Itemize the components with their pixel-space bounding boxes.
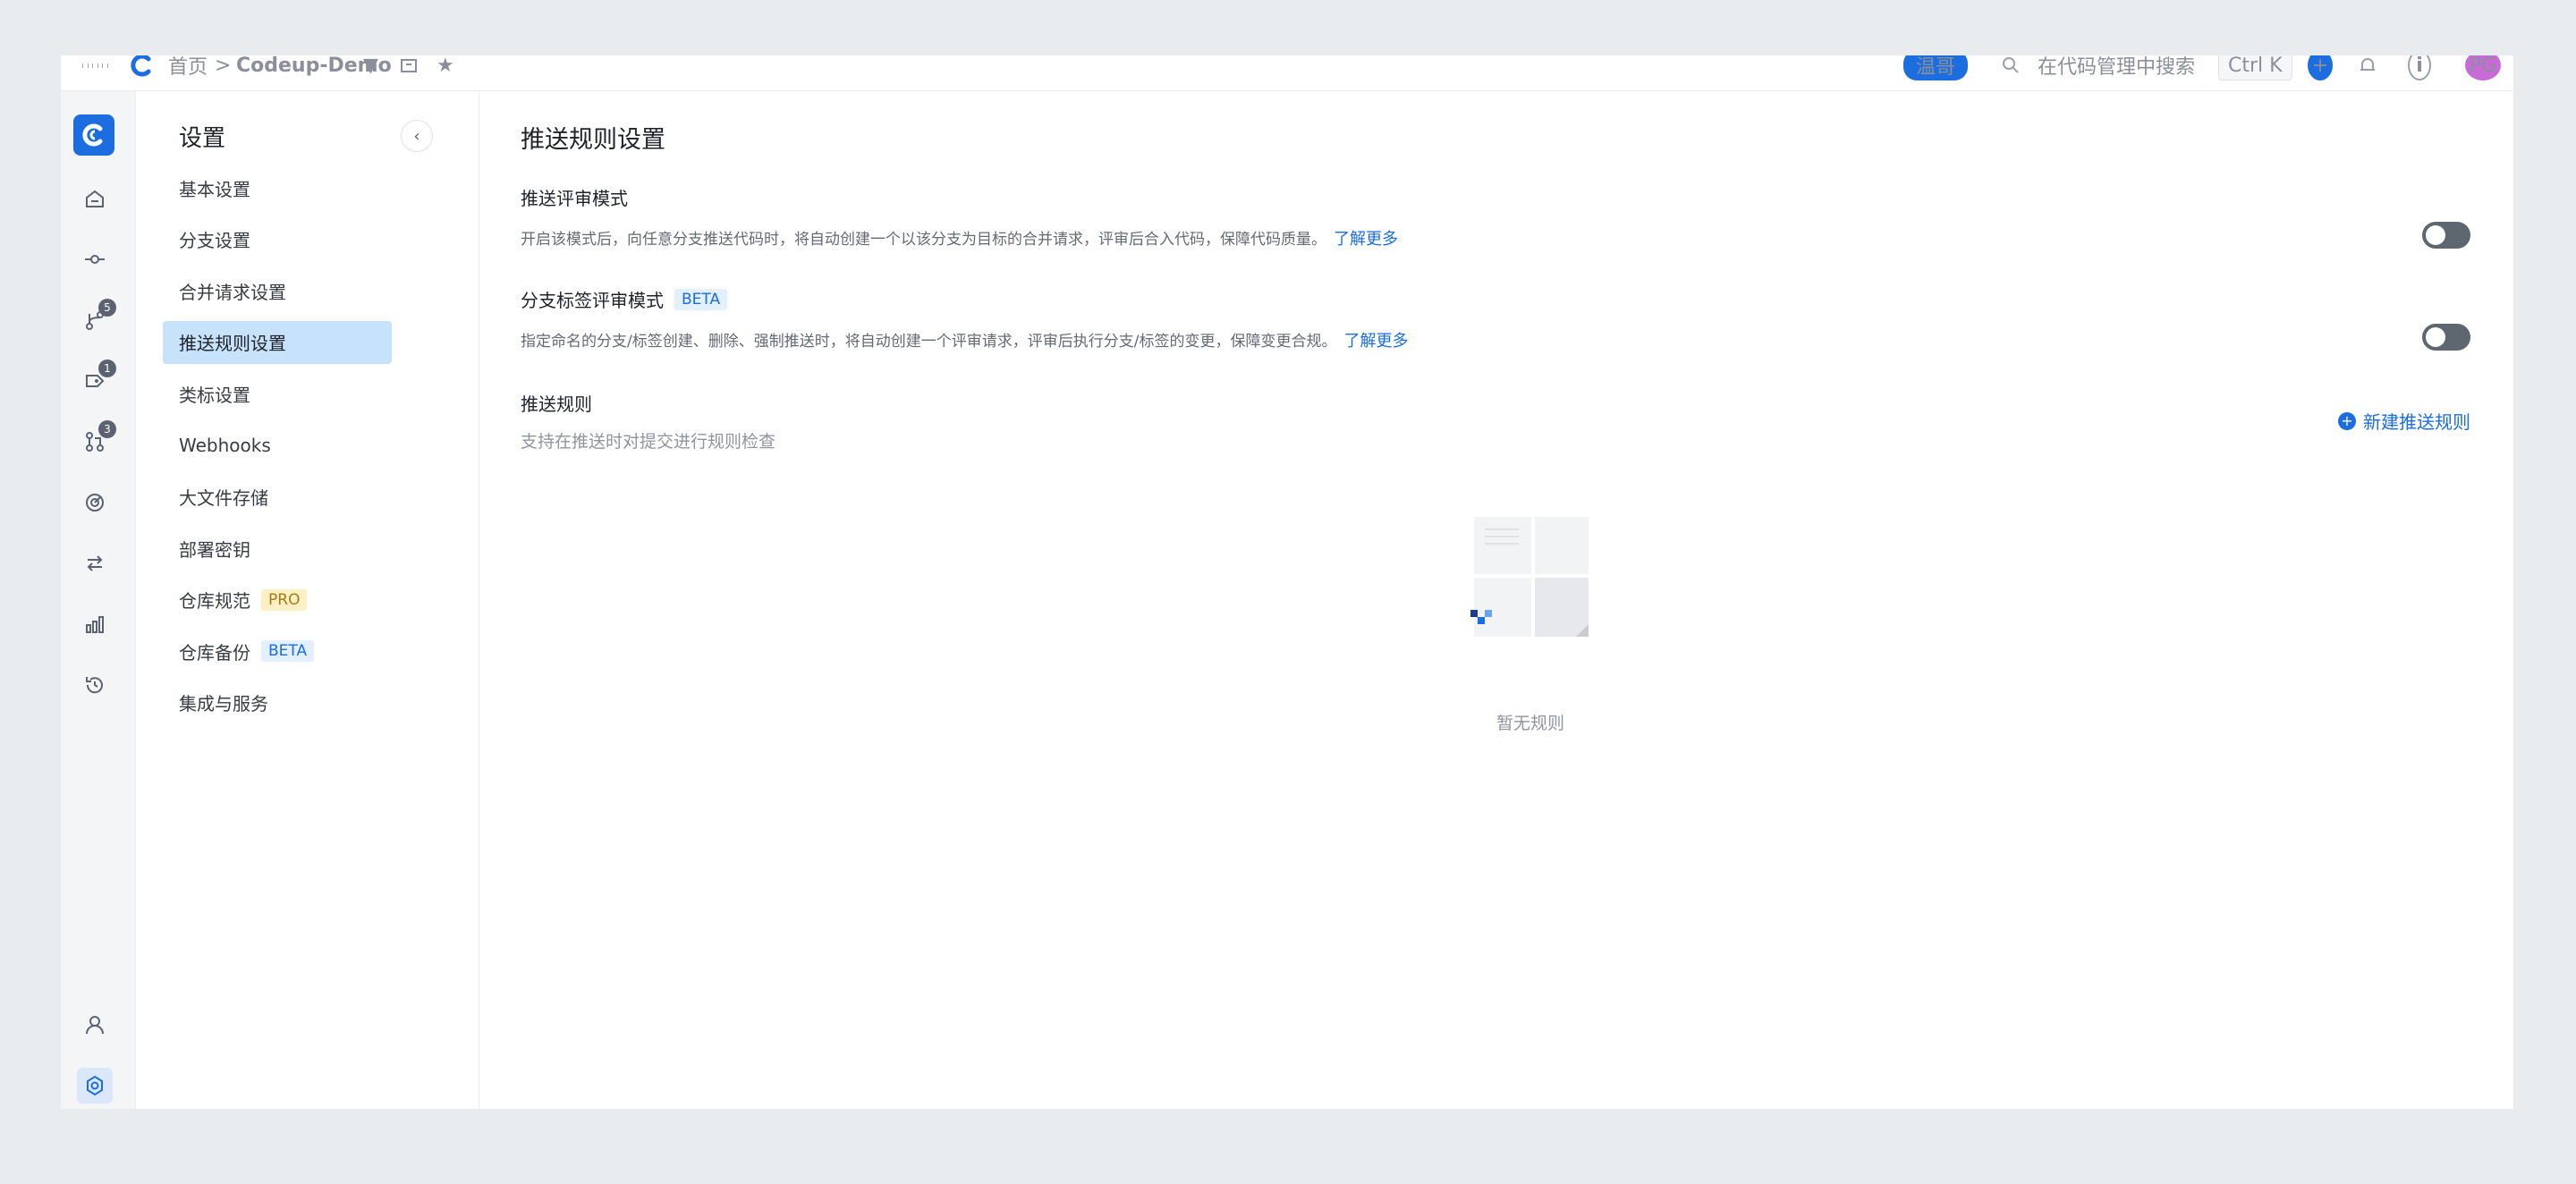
env-badge[interactable]: 温哥 bbox=[1903, 55, 1969, 80]
section-desc: 指定命名的分支/标签创建、删除、强制推送时，将自动创建一个评审请求，评审后执行分… bbox=[521, 328, 2470, 351]
section-desc: 开启该模式后，向任意分支推送代码时，将自动创建一个以该分支为目标的合并请求，评审… bbox=[521, 226, 2470, 249]
sidebar-item-deploy-keys[interactable]: 部署密钥 bbox=[163, 527, 392, 570]
pro-badge: PRO bbox=[261, 588, 308, 611]
settings-nav: 基本设置 分支设置 合并请求设置 推送规则设置 类标设置 Webhooks 大文… bbox=[163, 166, 392, 733]
sidebar-item-label: 合并请求设置 bbox=[179, 281, 286, 303]
codeup-logo-icon[interactable] bbox=[131, 55, 154, 80]
search-input[interactable]: 在代码管理中搜索 bbox=[2038, 55, 2195, 80]
beta-badge: BETA bbox=[261, 640, 315, 663]
search-shortcut: Ctrl K bbox=[2218, 55, 2292, 80]
sidebar-item-label: Webhooks bbox=[179, 434, 271, 456]
push-review-section: 推送评审模式 开启该模式后，向任意分支推送代码时，将自动创建一个以该分支为目标的… bbox=[521, 184, 2470, 249]
sidebar-item-label: 仓库规范 bbox=[179, 590, 250, 613]
avatar[interactable]: PG bbox=[2465, 55, 2501, 80]
sidebar-item-label: 推送规则设置 bbox=[179, 333, 286, 355]
commit-icon[interactable] bbox=[77, 241, 113, 277]
search-icon[interactable] bbox=[2002, 55, 2020, 80]
sidebar-title: 设置 bbox=[179, 125, 226, 152]
sidebar-item-label: 集成与服务 bbox=[179, 693, 268, 715]
sidebar-item-label: 仓库备份 bbox=[179, 641, 250, 664]
branch-count-badge: 5 bbox=[98, 299, 116, 317]
sidebar-item-label: 大文件存储 bbox=[179, 487, 268, 510]
codeup-logo-icon[interactable] bbox=[73, 114, 114, 156]
push-review-toggle[interactable] bbox=[2422, 222, 2470, 249]
sidebar-item-repo-spec[interactable]: 仓库规范 PRO bbox=[163, 579, 392, 622]
section-title-text: 分支标签评审模式 bbox=[521, 290, 664, 311]
sidebar-item-basic[interactable]: 基本设置 bbox=[163, 166, 392, 209]
empty-state-illustration bbox=[1470, 517, 1589, 637]
section-desc: 支持在推送时对提交进行规则检查 bbox=[521, 432, 776, 452]
section-desc-text: 指定命名的分支/标签创建、删除、强制推送时，将自动创建一个评审请求，评审后执行分… bbox=[521, 333, 1337, 351]
tag-review-toggle[interactable] bbox=[2422, 324, 2470, 351]
learn-more-link[interactable]: 了解更多 bbox=[1343, 332, 1408, 351]
merge-request-icon[interactable]: 3 bbox=[77, 420, 116, 460]
member-icon[interactable] bbox=[77, 1007, 113, 1043]
app-grid-icon[interactable] bbox=[82, 55, 107, 80]
new-push-rule-button[interactable]: + 新建推送规则 bbox=[2338, 408, 2470, 434]
sidebar-item-webhooks[interactable]: Webhooks bbox=[163, 424, 392, 467]
sidebar-item-integrations[interactable]: 集成与服务 bbox=[163, 681, 392, 724]
sidebar-item-lfs[interactable]: 大文件存储 bbox=[163, 476, 392, 519]
sidebar-item-label: 类标设置 bbox=[179, 384, 250, 406]
plus-icon[interactable]: + bbox=[2308, 55, 2333, 80]
history-icon[interactable] bbox=[77, 667, 113, 703]
breadcrumb-home[interactable]: 首页 bbox=[168, 55, 208, 80]
sidebar-item-label: 基本设置 bbox=[179, 178, 250, 200]
section-title: 推送规则 bbox=[521, 393, 592, 415]
sidebar-item-label: 分支设置 bbox=[179, 230, 250, 252]
settings-icon[interactable] bbox=[77, 1068, 113, 1104]
page-title: 推送规则设置 bbox=[521, 126, 665, 154]
main-content: 推送规则设置 推送评审模式 开启该模式后，向任意分支推送代码时，将自动创建一个以… bbox=[479, 91, 2513, 1109]
stats-icon[interactable] bbox=[77, 606, 113, 642]
sidebar-item-label: 部署密钥 bbox=[179, 538, 250, 561]
sidebar-item-merge-request[interactable]: 合并请求设置 bbox=[163, 269, 392, 312]
app-window: 首页 > Codeup-Demo ▼ ★ 温哥 在代码管理中搜索 Ctrl K … bbox=[61, 55, 2513, 1109]
chevron-down-icon[interactable]: ▼ bbox=[363, 55, 378, 80]
bell-icon[interactable] bbox=[2358, 55, 2377, 80]
sidebar-item-repo-backup[interactable]: 仓库备份 BETA bbox=[163, 630, 392, 672]
compare-icon[interactable] bbox=[77, 545, 113, 581]
nav-rail: 5 1 3 bbox=[61, 91, 136, 1109]
sidebar-item-push-rules[interactable]: 推送规则设置 bbox=[163, 320, 392, 364]
tag-count-badge: 1 bbox=[98, 359, 116, 377]
top-bar: 首页 > Codeup-Demo ▼ ★ 温哥 在代码管理中搜索 Ctrl K … bbox=[61, 55, 2513, 91]
push-rules-section: 推送规则 支持在推送时对提交进行规则检查 + 新建推送规则 bbox=[521, 390, 2470, 452]
mr-count-badge: 3 bbox=[98, 420, 116, 438]
section-title: 分支标签评审模式 BETA bbox=[521, 286, 2470, 312]
plus-circle-icon: + bbox=[2338, 411, 2356, 430]
archive-icon[interactable] bbox=[399, 55, 419, 80]
sidebar-item-branch[interactable]: 分支设置 bbox=[163, 218, 392, 261]
collapse-sidebar-button[interactable]: ‹ bbox=[401, 120, 433, 152]
insight-icon[interactable] bbox=[77, 485, 113, 520]
branch-icon[interactable]: 5 bbox=[77, 299, 116, 338]
sidebar-item-labels[interactable]: 类标设置 bbox=[163, 372, 392, 415]
info-icon[interactable]: i bbox=[2408, 55, 2431, 80]
tag-review-section: 分支标签评审模式 BETA 指定命名的分支/标签创建、删除、强制推送时，将自动创… bbox=[521, 286, 2470, 351]
learn-more-link[interactable]: 了解更多 bbox=[1334, 230, 1398, 249]
tag-icon[interactable]: 1 bbox=[77, 359, 116, 399]
breadcrumb-separator: > bbox=[215, 55, 232, 77]
star-icon[interactable]: ★ bbox=[436, 55, 454, 80]
section-desc-text: 开启该模式后，向任意分支推送代码时，将自动创建一个以该分支为目标的合并请求，评审… bbox=[521, 231, 1326, 249]
home-icon[interactable] bbox=[77, 181, 113, 216]
beta-badge: BETA bbox=[674, 288, 728, 310]
settings-sidebar: 设置 基本设置 分支设置 合并请求设置 推送规则设置 类标设置 Webhooks… bbox=[136, 91, 479, 1109]
section-title: 推送评审模式 bbox=[521, 188, 628, 209]
new-push-rule-label: 新建推送规则 bbox=[2363, 411, 2470, 433]
empty-state-text: 暂无规则 bbox=[1496, 714, 1564, 733]
